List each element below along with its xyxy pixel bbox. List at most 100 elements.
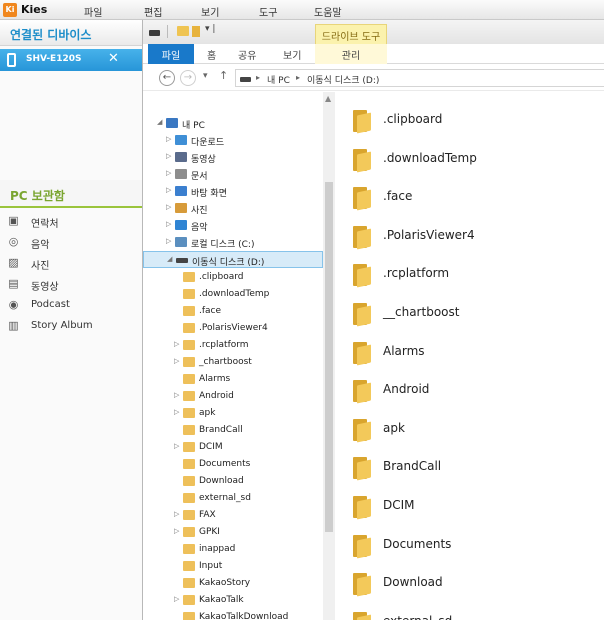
tree-item[interactable]: ▷ Android <box>143 388 323 405</box>
expand-arrow-icon[interactable]: ▷ <box>174 527 179 535</box>
expand-arrow-icon[interactable]: ▷ <box>166 237 171 245</box>
tree-item[interactable]: ▷ DCIM <box>143 439 323 456</box>
tree-item[interactable]: inappad <box>143 541 323 558</box>
expand-arrow-icon[interactable]: ▷ <box>166 135 171 143</box>
library-item-contacts[interactable]: ▣ 연락처 <box>0 211 142 232</box>
folder-item[interactable]: .downloadTemp <box>336 137 604 175</box>
folder-item[interactable]: BrandCall <box>336 445 604 483</box>
folder-item[interactable]: .clipboard <box>336 98 604 136</box>
folder-item[interactable]: external_sd <box>336 600 604 620</box>
breadcrumb-this-pc[interactable]: 내 PC <box>267 73 290 86</box>
library-item-podcast[interactable]: ◉ Podcast <box>0 295 142 316</box>
tab-view[interactable]: 보기 <box>283 47 301 62</box>
tree-item[interactable]: Download <box>143 473 323 490</box>
up-arrow-icon[interactable]: ↑ <box>219 69 228 82</box>
breadcrumb-removable-disk[interactable]: 이동식 디스크 (D:) <box>307 73 379 86</box>
menu-help[interactable]: 도움말 <box>314 4 342 19</box>
folder-item[interactable]: .rcplatform <box>336 252 604 290</box>
breadcrumb-separator-icon[interactable]: ▸ <box>296 73 300 82</box>
expand-arrow-icon[interactable]: ▷ <box>174 595 179 603</box>
tree-item[interactable]: .downloadTemp <box>143 286 323 303</box>
expand-arrow-icon[interactable]: ▷ <box>166 152 171 160</box>
tree-item[interactable]: ◢ 이동식 디스크 (D:) <box>143 251 323 268</box>
tree-item[interactable]: .face <box>143 303 323 320</box>
library-item-video[interactable]: ▤ 동영상 <box>0 274 142 295</box>
properties-icon[interactable] <box>177 26 189 36</box>
folder-item[interactable]: Documents <box>336 523 604 561</box>
device-item[interactable]: SHV-E120S ✕ <box>0 49 142 71</box>
address-bar[interactable]: ▸ 내 PC ▸ 이동식 디스크 (D:) <box>235 69 604 87</box>
tree-item[interactable]: ▷ 음악 <box>143 217 323 234</box>
tree-item[interactable]: ▷ apk <box>143 405 323 422</box>
tree-item[interactable]: Input <box>143 558 323 575</box>
breadcrumb-separator-icon[interactable]: ▸ <box>256 73 260 82</box>
library-item-photo[interactable]: ▨ 사진 <box>0 253 142 274</box>
tree-item[interactable]: .clipboard <box>143 269 323 286</box>
tree-item-label: inappad <box>199 544 236 554</box>
folder-item[interactable]: DCIM <box>336 484 604 522</box>
expand-arrow-icon[interactable]: ▷ <box>166 169 171 177</box>
tree-item[interactable]: Documents <box>143 456 323 473</box>
tree-item[interactable]: Alarms <box>143 371 323 388</box>
menu-edit[interactable]: 편집 <box>144 4 162 19</box>
tree-item[interactable]: KakaoStory <box>143 575 323 592</box>
folder-item[interactable]: Alarms <box>336 330 604 368</box>
expand-arrow-icon[interactable]: ▷ <box>174 357 179 365</box>
expand-arrow-icon[interactable]: ▷ <box>174 510 179 518</box>
tab-file[interactable]: 파일 <box>148 44 194 64</box>
tree-item[interactable]: ◢ 내 PC <box>143 115 323 132</box>
tree-item-label: Android <box>199 391 234 401</box>
expand-arrow-icon[interactable]: ▷ <box>166 203 171 211</box>
expand-arrow-icon[interactable]: ▷ <box>166 220 171 228</box>
expand-arrow-icon[interactable]: ▷ <box>174 340 179 348</box>
folder-item[interactable]: .face <box>336 175 604 213</box>
tree-item[interactable]: ▷ FAX <box>143 507 323 524</box>
menu-view[interactable]: 보기 <box>201 4 219 19</box>
menu-tools[interactable]: 도구 <box>259 4 277 19</box>
tree-item[interactable]: .PolarisViewer4 <box>143 320 323 337</box>
tree-item[interactable]: external_sd <box>143 490 323 507</box>
expand-arrow-icon[interactable]: ▷ <box>174 442 179 450</box>
expand-arrow-icon[interactable]: ▷ <box>174 391 179 399</box>
library-item-music[interactable]: ◎ 음악 <box>0 232 142 253</box>
menu-file[interactable]: 파일 <box>84 4 102 19</box>
new-folder-icon[interactable] <box>192 26 200 37</box>
folder-item[interactable]: Android <box>336 368 604 406</box>
scroll-up-icon[interactable]: ▲ <box>325 94 331 103</box>
tree-item[interactable]: ▷ 문서 <box>143 166 323 183</box>
quick-access-toolbar: ▾ | 드라이브 도구 <box>143 20 604 44</box>
tree-item[interactable]: ▷ 다운로드 <box>143 132 323 149</box>
disconnect-close-icon[interactable]: ✕ <box>108 51 119 66</box>
folder-item[interactable]: __chartboost <box>336 291 604 329</box>
tree-scrollbar[interactable]: ▲ <box>323 92 335 620</box>
customize-toolbar-icon[interactable]: ▾ | <box>205 24 215 34</box>
expand-arrow-icon[interactable]: ▷ <box>166 186 171 194</box>
tree-item[interactable]: ▷ 바탕 화면 <box>143 183 323 200</box>
library-item-story-album[interactable]: ▥ Story Album <box>0 316 142 337</box>
tree-item[interactable]: KakaoTalkDownload <box>143 609 323 620</box>
recent-locations-icon[interactable]: ▾ <box>203 71 208 81</box>
back-arrow-icon[interactable]: ← <box>159 70 175 86</box>
folder-item[interactable]: .PolarisViewer4 <box>336 214 604 252</box>
tree-item[interactable]: ▷ 사진 <box>143 200 323 217</box>
tree-item[interactable]: ▷ GPKI <box>143 524 323 541</box>
scrollbar-thumb[interactable] <box>325 182 333 532</box>
forward-arrow-icon[interactable]: → <box>180 70 196 86</box>
tab-manage[interactable]: 관리 <box>315 44 387 64</box>
tab-share[interactable]: 공유 <box>238 47 256 62</box>
expanded-arrow-icon[interactable]: ◢ <box>157 118 162 126</box>
tree-item[interactable]: ▷ KakaoTalk <box>143 592 323 609</box>
tab-home[interactable]: 홈 <box>207 47 216 62</box>
folder-item[interactable]: Download <box>336 561 604 599</box>
tree-item[interactable]: ▷ .rcplatform <box>143 337 323 354</box>
expand-arrow-icon[interactable]: ▷ <box>174 408 179 416</box>
tree-item-label: 로컬 디스크 (C:) <box>191 240 255 250</box>
expanded-arrow-icon[interactable]: ◢ <box>167 255 172 263</box>
tree-item[interactable]: ▷ 로컬 디스크 (C:) <box>143 234 323 251</box>
tree-item[interactable]: ▷ _chartboost <box>143 354 323 371</box>
tree-item[interactable]: ▷ 동영상 <box>143 149 323 166</box>
tree-item-label: DCIM <box>199 442 223 452</box>
pc-library-title: PC 보관함 <box>10 189 65 203</box>
tree-item[interactable]: BrandCall <box>143 422 323 439</box>
folder-item[interactable]: apk <box>336 407 604 445</box>
